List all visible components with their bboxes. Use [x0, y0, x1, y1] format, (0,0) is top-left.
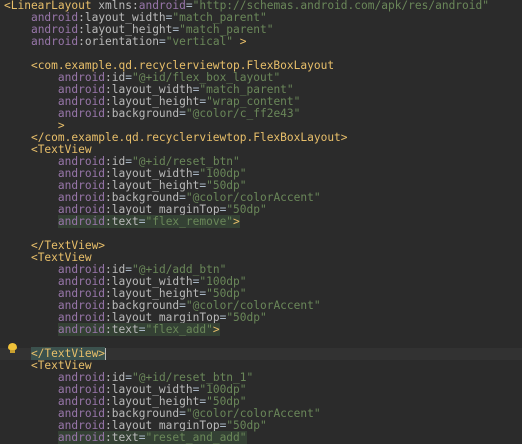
code-token: > [233, 35, 247, 48]
code-token: :text [105, 215, 139, 228]
code-token: = [158, 35, 166, 48]
code-editor[interactable]: <LinearLayout xmlns:android="http://sche… [0, 0, 522, 444]
code-line[interactable]: android:text="flex_remove"> [0, 215, 522, 228]
code-line-content: android:orientation="vertical" > [4, 36, 247, 48]
code-line[interactable]: android:background="@color/c_ff2e43" [0, 108, 522, 120]
code-token: = [179, 107, 186, 120]
lightbulb-icon[interactable] [8, 343, 17, 353]
code-line-content: android:text="reset_and_add" [4, 431, 247, 444]
code-area[interactable]: <LinearLayout xmlns:android="http://sche… [0, 0, 522, 444]
code-token: > [233, 215, 240, 228]
code-token: android [57, 323, 106, 336]
code-token: "vertical" [165, 35, 234, 48]
code-line-content: android:text="flex_remove"> [4, 215, 240, 228]
code-token: :background [105, 107, 180, 120]
code-token: "flex_remove" [145, 215, 234, 228]
code-token: android [57, 107, 106, 120]
code-token: android [57, 215, 106, 228]
code-token: :text [105, 431, 139, 444]
text-caret [105, 348, 107, 360]
code-token: android [57, 431, 106, 444]
code-token: "reset_and_add" [145, 431, 247, 444]
code-token: :orientation [78, 35, 159, 48]
code-line[interactable]: android:orientation="vertical" > [0, 36, 522, 48]
code-line[interactable]: android:text="reset_and_add" [0, 431, 522, 444]
code-token: :text [105, 323, 139, 336]
code-token: android [30, 35, 79, 48]
code-line-content: android:text="flex_add"> [4, 323, 220, 336]
code-line[interactable]: android:text="flex_add"> [0, 323, 522, 336]
code-token: "flex_add" [145, 323, 213, 336]
code-token: "50dp" [226, 311, 267, 324]
code-token: "@color/c_ff2e43" [185, 107, 301, 120]
code-token: > [212, 323, 220, 336]
